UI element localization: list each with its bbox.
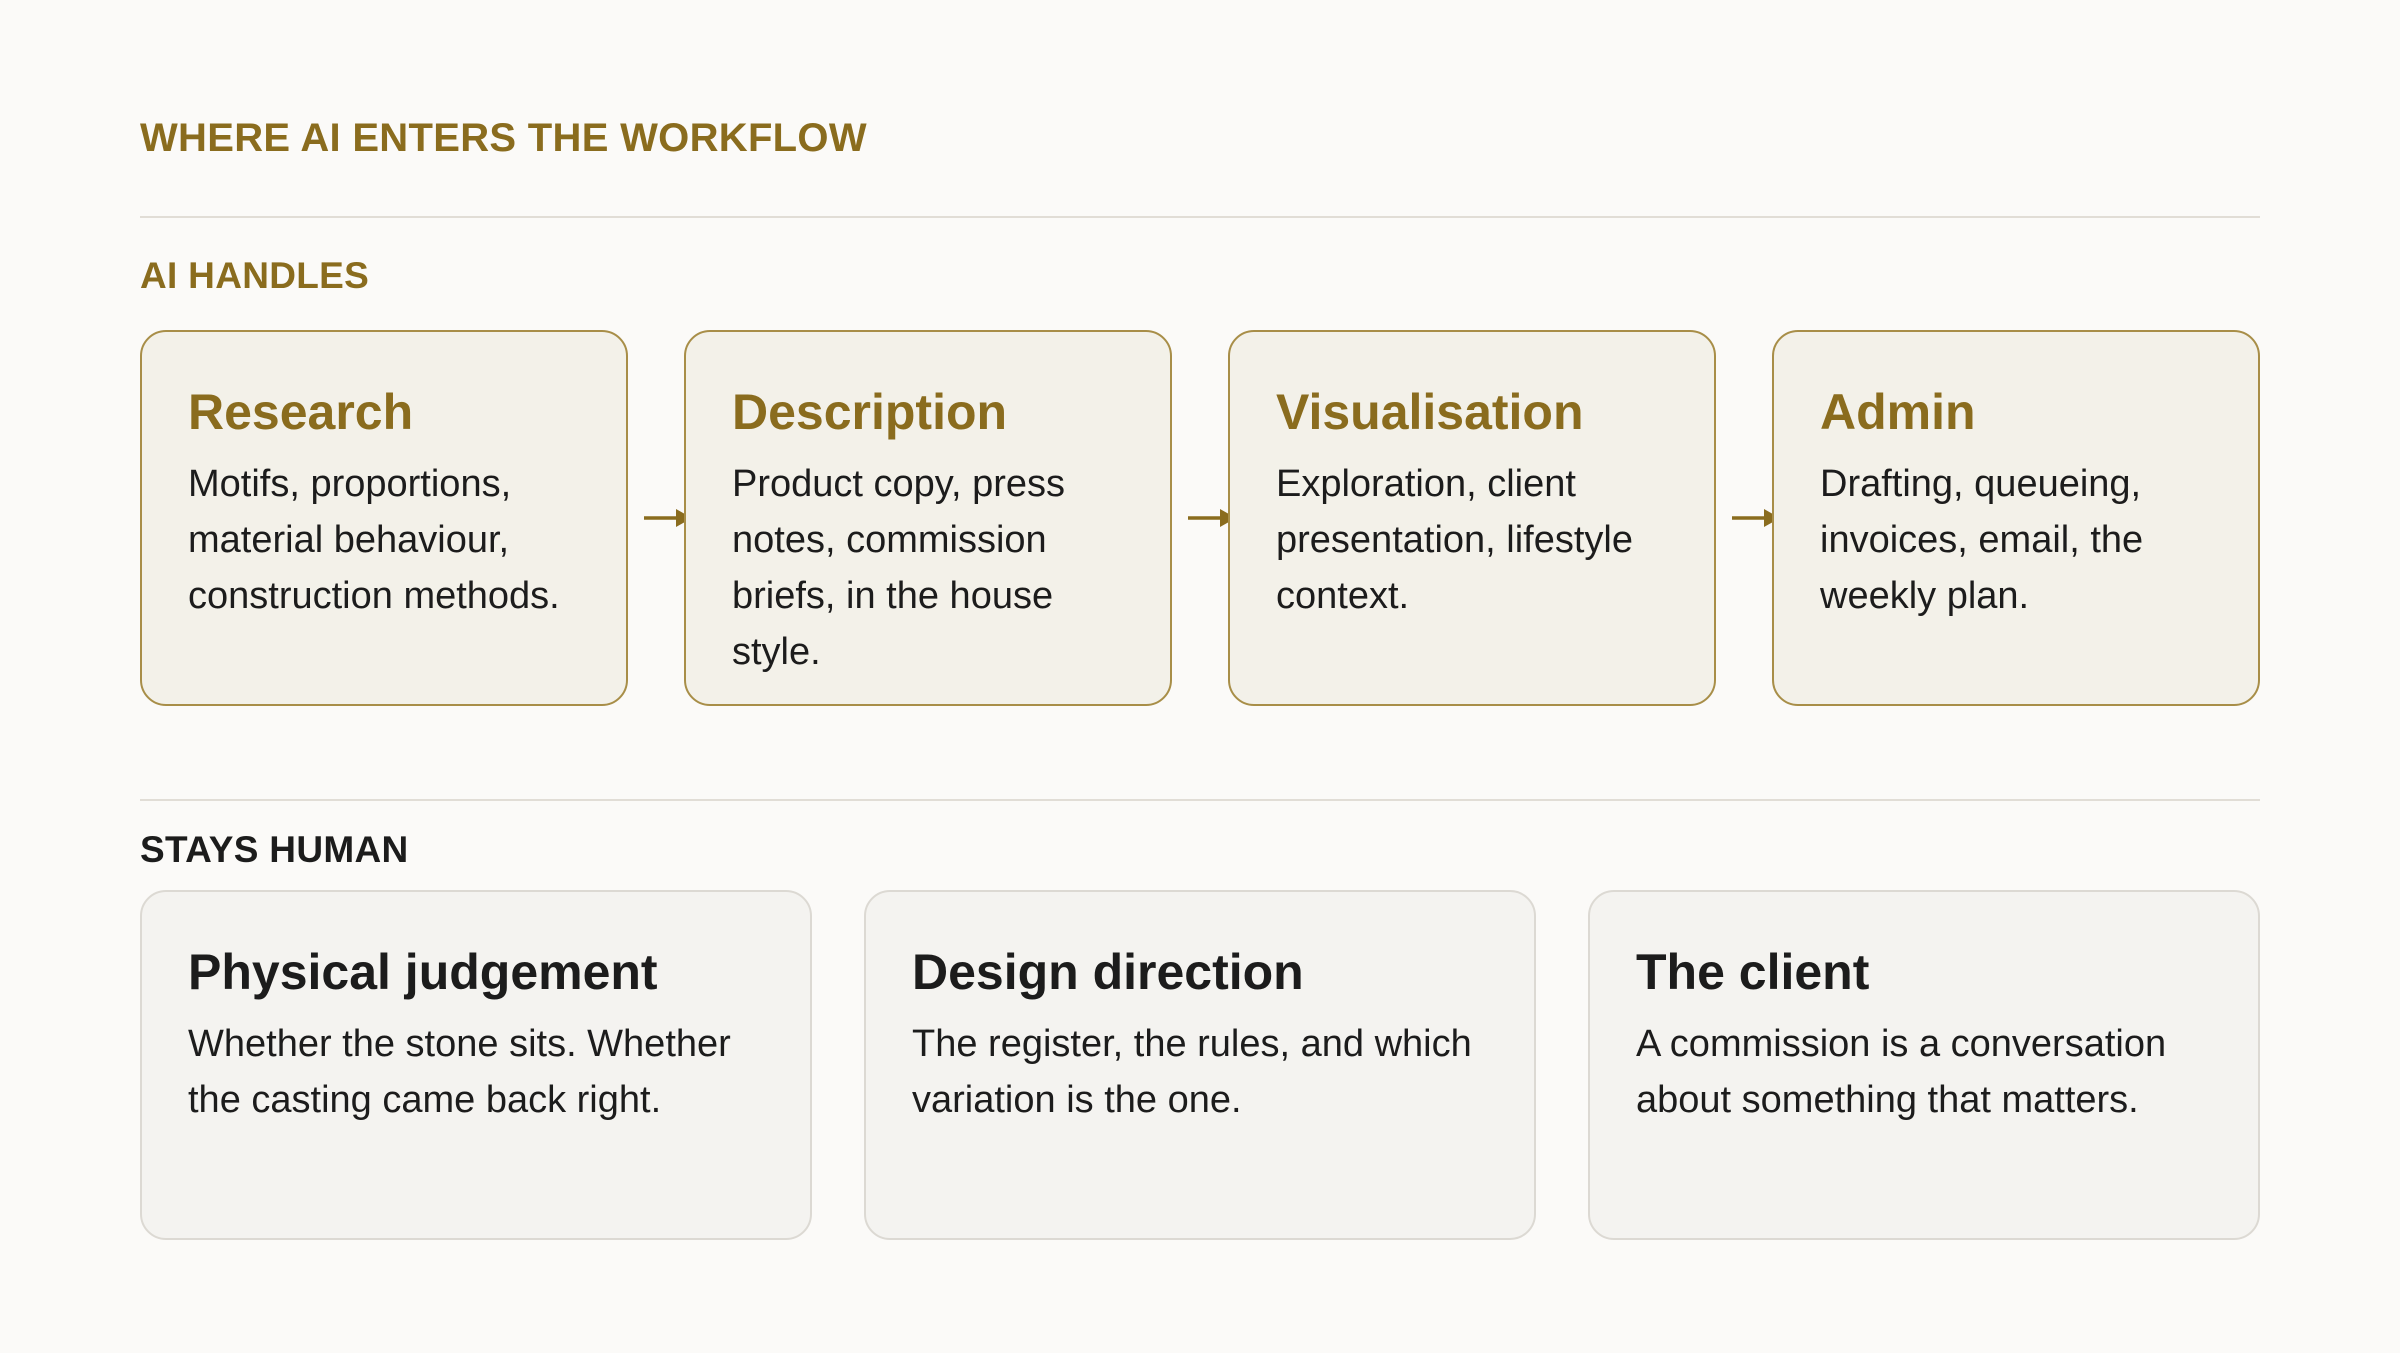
card-body: Whether the stone sits. Whether the cast…	[188, 1023, 731, 1121]
card-body: A commission is a conversation about som…	[1636, 1023, 2167, 1121]
ai-card-research: Research Motifs, proportions, material b…	[140, 330, 628, 706]
card-body: Exploration, client presentation, lifest…	[1276, 463, 1633, 617]
card-title: Physical judgement	[188, 944, 658, 1000]
card-title: Design direction	[912, 944, 1304, 1000]
ai-card-description: Description Product copy, press notes, c…	[684, 330, 1172, 706]
page-title: WHERE AI ENTERS THE WORKFLOW	[140, 116, 867, 160]
stays-human-label: STAYS HUMAN	[140, 829, 409, 870]
ai-workflow-row: Research Motifs, proportions, material b…	[140, 330, 2260, 710]
human-card-physical-judgement: Physical judgement Whether the stone sit…	[140, 890, 812, 1240]
card-body: Motifs, proportions, material behaviour,…	[188, 463, 560, 617]
ai-card-admin: Admin Drafting, queueing, invoices, emai…	[1772, 330, 2260, 706]
card-body: The register, the rules, and which varia…	[912, 1023, 1472, 1121]
human-card-design-direction: Design direction The register, the rules…	[864, 890, 1536, 1240]
human-card-the-client: The client A commission is a conversatio…	[1588, 890, 2260, 1240]
card-title: Research	[188, 384, 414, 440]
card-title: Admin	[1820, 384, 1976, 440]
card-body: Drafting, queueing, invoices, email, the…	[1820, 463, 2144, 617]
human-cards-row: Physical judgement Whether the stone sit…	[140, 890, 2260, 1242]
top-divider	[140, 216, 2260, 218]
card-title: Visualisation	[1276, 384, 1584, 440]
card-title: Description	[732, 384, 1008, 440]
ai-card-visualisation: Visualisation Exploration, client presen…	[1228, 330, 1716, 706]
section-divider	[140, 799, 2260, 801]
card-title: The client	[1636, 944, 1870, 1000]
ai-handles-label: AI HANDLES	[140, 255, 370, 296]
card-body: Product copy, press notes, commission br…	[732, 463, 1066, 673]
